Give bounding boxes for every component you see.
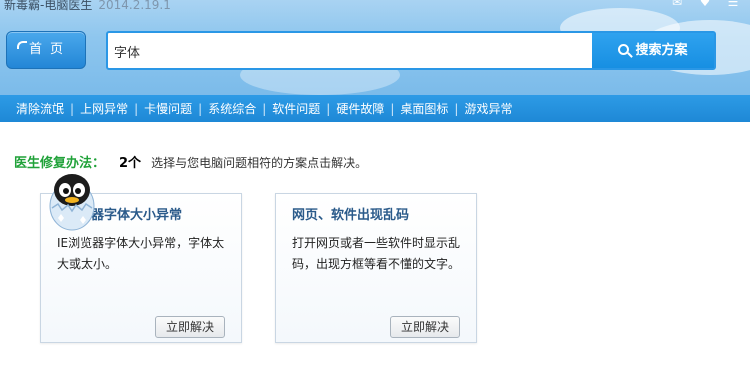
menu-icon[interactable]: ☰: [724, 0, 742, 8]
nav-item-slow[interactable]: 卡慢问题: [138, 100, 198, 117]
card-description: 打开网页或者一些软件时显示乱码，出现方框等看不懂的文字。: [292, 236, 461, 271]
window-controls: ✉ ♥ ☰: [668, 0, 742, 8]
back-arrow-icon: [17, 41, 27, 49]
nav-item-hardware[interactable]: 硬件故障: [330, 100, 390, 117]
nav-item-desktop-icons[interactable]: 桌面图标: [394, 100, 454, 117]
nav-item-system[interactable]: 系统综合: [202, 100, 262, 117]
search-button[interactable]: 搜索方案: [592, 33, 714, 68]
summary-label: 医生修复办法：: [14, 156, 106, 171]
nav-item-software[interactable]: 软件问题: [266, 100, 326, 117]
solution-summary: 医生修复办法： 2个 选择与您电脑问题相符的方案点击解决。: [14, 152, 367, 171]
search-input[interactable]: [114, 39, 584, 63]
nav-item-cleanup[interactable]: 清除流氓: [10, 100, 70, 117]
card-description: IE浏览器字体大小异常，字体太大或太小。: [57, 236, 225, 271]
summary-hint: 选择与您电脑问题相符的方案点击解决。: [151, 156, 368, 170]
search-box: 搜索方案: [106, 31, 716, 70]
search-button-label: 搜索方案: [635, 43, 688, 58]
fix-now-button[interactable]: 立即解决: [390, 316, 460, 338]
solution-card[interactable]: 网页、软件出现乱码 打开网页或者一些软件时显示乱码，出现方框等看不懂的文字。 立…: [275, 193, 477, 343]
search-icon: [618, 44, 630, 55]
card-title[interactable]: 网页、软件出现乱码: [292, 204, 409, 223]
chat-icon[interactable]: ✉: [668, 0, 686, 8]
app-version: 2014.2.19.1: [98, 0, 171, 12]
home-button-label: 首页: [28, 42, 71, 57]
solution-count: 2个: [119, 156, 142, 171]
fix-now-button[interactable]: 立即解决: [155, 316, 225, 338]
header-banner: 新毒霸-电脑医生 2014.2.19.1 ✉ ♥ ☰ 首页 搜索方案: [0, 0, 750, 95]
heart-icon[interactable]: ♥: [696, 0, 714, 8]
category-nav: 清除流氓 | 上网异常 | 卡慢问题 | 系统综合 | 软件问题 | 硬件故障 …: [0, 95, 750, 122]
app-title: 新毒霸-电脑医生: [4, 0, 93, 12]
window-title: 新毒霸-电脑医生 2014.2.19.1: [4, 0, 171, 13]
nav-item-internet[interactable]: 上网异常: [74, 100, 134, 117]
card-title[interactable]: 器字体大小异常: [91, 204, 182, 223]
home-button[interactable]: 首页: [6, 31, 86, 69]
penguin-mascot-icon: [49, 174, 95, 231]
nav-item-games[interactable]: 游戏异常: [458, 100, 518, 117]
